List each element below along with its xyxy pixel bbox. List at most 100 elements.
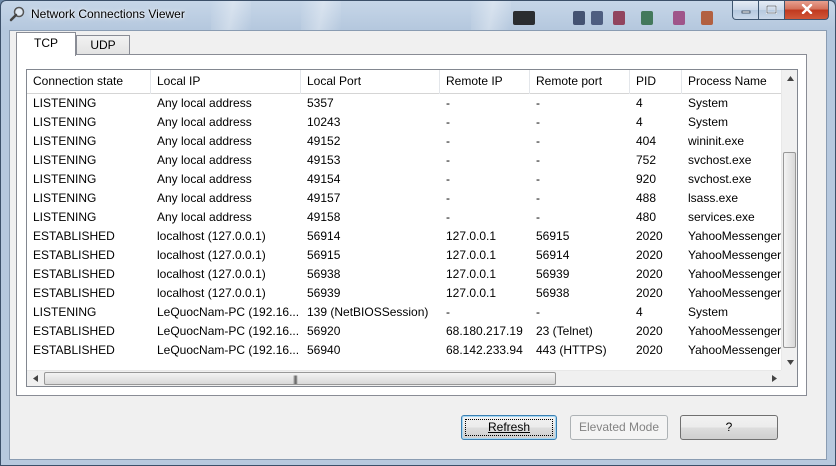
table-cell: svchost.exe (688, 172, 752, 186)
network-magnifier-icon (9, 6, 25, 22)
table-row[interactable]: LISTENING Any local address 10243 - - 4 System (27, 113, 783, 132)
column-header[interactable]: Connection state (27, 70, 151, 94)
table-cell: 4 (636, 96, 643, 110)
table-cell: YahooMessenger.exe (688, 324, 783, 338)
table-row[interactable]: LISTENING Any local address 49153 - - 752 svch… (27, 151, 783, 170)
minimize-button[interactable] (732, 1, 759, 20)
table-cell: localhost (127.0.0.1) (157, 229, 266, 243)
table-cell: - (446, 115, 450, 129)
table-cell: 49158 (307, 210, 341, 224)
table-cell: LeQuocNam-PC (192.16... (157, 324, 300, 338)
table-cell: 2020 (636, 267, 663, 281)
table-cell: ESTABLISHED (33, 324, 115, 338)
table-cell: Any local address (157, 96, 252, 110)
scroll-left-arrow-icon[interactable] (27, 371, 44, 386)
scroll-down-arrow-icon[interactable] (782, 354, 797, 371)
table-cell: lsass.exe (688, 191, 739, 205)
table-cell: - (536, 305, 540, 319)
column-header[interactable]: Remote IP (440, 70, 530, 94)
table-cell: LISTENING (33, 210, 97, 224)
table-cell: 443 (HTTPS) (536, 343, 607, 357)
table-cell: 10243 (307, 115, 341, 129)
table-cell: svchost.exe (688, 153, 752, 167)
table-row[interactable]: ESTABLISHED localhost (127.0.0.1) 56939 127… (27, 284, 783, 303)
tab-tcp[interactable]: TCP (16, 32, 76, 56)
table-row[interactable]: LISTENING LeQuocNam-PC (192.16... 139 (Net… (27, 303, 783, 322)
tab-udp[interactable]: UDP (76, 35, 130, 54)
table-row[interactable]: ESTABLISHED localhost (127.0.0.1) 56938 127… (27, 265, 783, 284)
table-cell: 2020 (636, 229, 663, 243)
vertical-scroll-thumb[interactable] (783, 152, 796, 348)
table-row[interactable]: ESTABLISHED localhost (127.0.0.1) 56915 127… (27, 246, 783, 265)
table-cell: 56938 (536, 286, 570, 300)
elevated-mode-button[interactable]: Elevated Mode (570, 415, 668, 440)
table-cell: - (536, 153, 540, 167)
table-row[interactable]: LISTENING Any local address 49152 - - 404 wini… (27, 132, 783, 151)
table-cell: LeQuocNam-PC (192.16... (157, 343, 300, 357)
column-header[interactable]: PID (630, 70, 682, 94)
horizontal-scrollbar[interactable]: ||| (27, 370, 783, 386)
table-cell: - (446, 172, 450, 186)
help-button[interactable]: ? (680, 415, 778, 440)
table-cell: - (536, 115, 540, 129)
table-cell: 56914 (536, 248, 570, 262)
table-row[interactable]: LISTENING Any local address 5357 - - 4 System (27, 94, 783, 113)
help-button-label: ? (725, 420, 733, 434)
table-cell: 56915 (307, 248, 341, 262)
list-header: Connection state Local IP Local Port Remote… (27, 70, 783, 94)
table-cell: 49152 (307, 134, 341, 148)
app-window: Network Connections Viewer TCP UDP Conne… (0, 0, 836, 466)
table-row[interactable]: ESTABLISHED LeQuocNam-PC (192.16... 56940 6… (27, 341, 783, 360)
table-cell: - (446, 134, 450, 148)
table-cell: ESTABLISHED (33, 343, 115, 357)
table-cell: YahooMessenger.exe (688, 286, 783, 300)
table-cell: 2020 (636, 286, 663, 300)
close-button[interactable] (785, 1, 829, 20)
table-cell: - (446, 153, 450, 167)
column-header[interactable]: Local IP (151, 70, 301, 94)
table-cell: 68.142.233.94 (446, 343, 523, 357)
table-cell: LISTENING (33, 96, 97, 110)
title-bar[interactable]: Network Connections Viewer (1, 1, 835, 29)
table-cell: LISTENING (33, 115, 97, 129)
table-cell: YahooMessenger.exe (688, 343, 783, 357)
column-header[interactable]: Local Port (301, 70, 440, 94)
table-cell: - (446, 191, 450, 205)
table-cell: LISTENING (33, 191, 97, 205)
horizontal-scroll-thumb[interactable]: ||| (44, 372, 556, 385)
table-cell: - (536, 96, 540, 110)
refresh-button[interactable]: Refresh (461, 415, 557, 440)
table-row[interactable]: LISTENING Any local address 49154 - - 920 svch… (27, 170, 783, 189)
table-cell: 2020 (636, 343, 663, 357)
maximize-icon (765, 3, 778, 17)
table-cell: 56939 (536, 267, 570, 281)
vertical-scrollbar[interactable] (781, 70, 797, 371)
table-row[interactable]: LISTENING Any local address 49157 - - 488 lsas… (27, 189, 783, 208)
table-cell: 56920 (307, 324, 341, 338)
maximize-button[interactable] (759, 1, 785, 20)
table-cell: 49157 (307, 191, 341, 205)
table-cell: 23 (Telnet) (536, 324, 593, 338)
table-cell: 920 (636, 172, 657, 186)
table-cell: Any local address (157, 134, 252, 148)
table-cell: YahooMessenger.exe (688, 229, 783, 243)
table-cell: LeQuocNam-PC (192.16... (157, 305, 300, 319)
table-row[interactable]: ESTABLISHED LeQuocNam-PC (192.16... 56920 6… (27, 322, 783, 341)
table-cell: - (536, 210, 540, 224)
table-cell: LISTENING (33, 153, 97, 167)
client-area: TCP UDP Connection state Local IP Local Po… (9, 30, 827, 460)
table-cell: localhost (127.0.0.1) (157, 286, 266, 300)
table-row[interactable]: ESTABLISHED localhost (127.0.0.1) 56914 127… (27, 227, 783, 246)
table-row[interactable]: LISTENING Any local address 49158 - - 480 serv… (27, 208, 783, 227)
table-cell: 2020 (636, 248, 663, 262)
table-cell: YahooMessenger.exe (688, 267, 783, 281)
table-cell: 127.0.0.1 (446, 267, 497, 281)
connections-list[interactable]: Connection state Local IP Local Port Remote… (26, 69, 798, 387)
column-header[interactable]: Remote port (530, 70, 630, 94)
table-cell: System (688, 305, 729, 319)
column-header[interactable]: Process Name (682, 70, 783, 94)
scroll-up-arrow-icon[interactable] (782, 70, 797, 87)
table-cell: 5357 (307, 96, 334, 110)
tab-panel-tcp: Connection state Local IP Local Port Remote… (16, 54, 807, 396)
table-cell: 127.0.0.1 (446, 286, 497, 300)
